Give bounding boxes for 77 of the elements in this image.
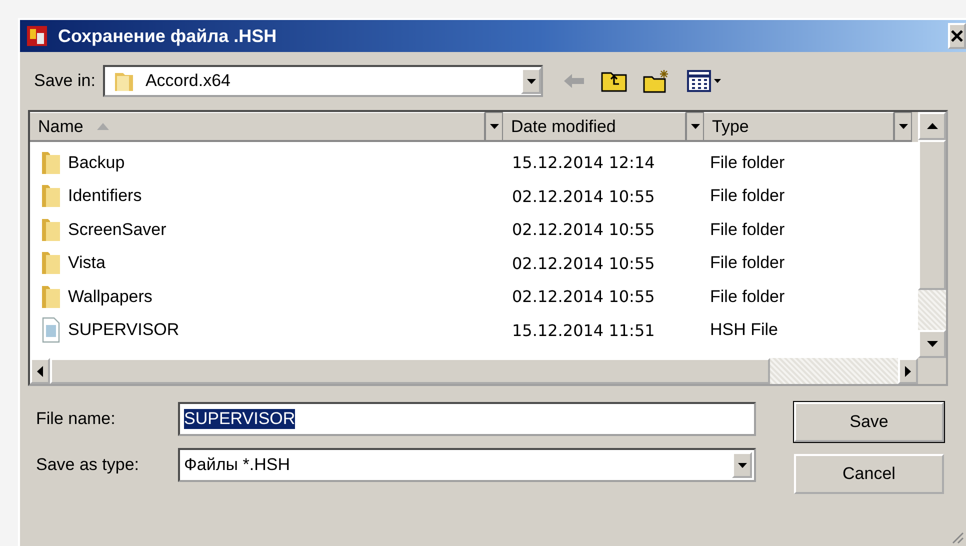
up-arrow-icon (926, 123, 938, 129)
view-menu-icon[interactable] (687, 70, 724, 92)
file-row[interactable]: SUPERVISOR 15.12.2014 11:51 HSH File (30, 314, 918, 347)
column-header[interactable]: Date modified (503, 112, 686, 142)
file-name: Vista (68, 253, 106, 274)
scroll-right-button[interactable] (898, 358, 918, 384)
folder-icon (40, 250, 62, 276)
file-name-field[interactable]: SUPERVISOR (178, 402, 756, 436)
date-cell-text: 15.12.2014 11:51 (511, 320, 656, 340)
caret-icon (738, 462, 746, 468)
column-header[interactable]: Type (704, 112, 894, 142)
app-icon (26, 25, 48, 47)
down-arrow-icon (926, 341, 938, 347)
file-name: Backup (68, 152, 125, 173)
file-name: SUPERVISOR (68, 320, 180, 340)
file-row[interactable]: Identifiers 02.12.2014 10:55 File folder (30, 180, 918, 213)
column-title: Type (712, 116, 749, 136)
type-cell: File folder (710, 253, 785, 274)
up-folder-icon[interactable] (601, 70, 628, 92)
dropdown-button[interactable] (732, 452, 752, 478)
save-as-type-value: Файлы *.HSH (184, 455, 290, 475)
column-title: Date modified (511, 116, 616, 136)
file-name: ScreenSaver (68, 220, 166, 240)
folder-icon (40, 216, 62, 243)
window-title: Сохранение файла .HSH (58, 26, 278, 46)
column-title: Name (38, 116, 84, 136)
file-row[interactable]: ScreenSaver 02.12.2014 10:55 File folder (30, 213, 918, 246)
date-cell-text: 02.12.2014 10:55 (511, 254, 656, 273)
save-in-label: Save in: (34, 71, 96, 91)
date-cell-text: 15.12.2014 12:14 (511, 153, 656, 172)
close-icon (951, 30, 963, 42)
close-button[interactable] (948, 23, 966, 49)
file-name-label: File name: (36, 409, 116, 429)
dialog-button[interactable]: Cancel (794, 454, 944, 494)
save-as-type-dropdown[interactable]: Файлы *.HSH (178, 448, 756, 482)
dropdown-button[interactable] (521, 68, 542, 94)
type-cell: File folder (710, 286, 785, 307)
type-cell: File folder (710, 220, 785, 240)
caret-icon (690, 124, 700, 129)
column-menu-button[interactable] (686, 112, 704, 142)
save-in-value: Accord.x64 (145, 71, 232, 91)
horizontal-scrollbar[interactable] (30, 358, 946, 384)
file-name: Wallpapers (68, 286, 152, 307)
date-cell-text: 02.12.2014 10:55 (511, 186, 656, 206)
caret-icon (526, 78, 536, 84)
document-icon (40, 317, 62, 344)
file-name: Identifiers (68, 186, 142, 206)
caret-icon (898, 124, 908, 129)
scrollbar-corner (918, 358, 946, 384)
caret-icon (490, 124, 498, 129)
scroll-left-button[interactable] (30, 358, 50, 384)
type-cell: File folder (710, 152, 785, 173)
date-cell-text: 02.12.2014 10:55 (511, 220, 656, 240)
column-menu-button[interactable] (894, 112, 912, 142)
scroll-thumb[interactable] (918, 140, 946, 290)
folder-icon (40, 284, 62, 310)
save-in-dropdown[interactable]: Accord.x64 (103, 65, 544, 97)
scroll-down-button[interactable] (918, 330, 946, 358)
type-cell: File folder (710, 186, 785, 206)
dialog-button[interactable]: Save (794, 402, 944, 442)
folder-icon (40, 150, 62, 176)
left-arrow-icon (37, 366, 43, 376)
vertical-scrollbar[interactable] (918, 112, 946, 358)
right-arrow-icon (905, 366, 911, 376)
date-cell-text: 02.12.2014 10:55 (511, 287, 656, 306)
file-row[interactable]: Vista 02.12.2014 10:55 File folder (30, 246, 918, 280)
resize-grip-icon[interactable] (950, 530, 964, 544)
file-row[interactable]: Wallpapers 02.12.2014 10:55 File folder (30, 280, 918, 314)
save-as-type-label: Save as type: (36, 455, 140, 475)
column-menu-button[interactable] (485, 112, 503, 142)
scroll-up-button[interactable] (918, 112, 946, 140)
type-cell: HSH File (710, 320, 778, 340)
folder-icon (40, 183, 62, 210)
file-name-value: SUPERVISOR (184, 409, 296, 429)
scroll-thumb[interactable] (50, 358, 770, 384)
column-header[interactable]: Name (30, 112, 485, 142)
file-row[interactable]: Backup 15.12.2014 12:14 File folder (30, 146, 918, 180)
